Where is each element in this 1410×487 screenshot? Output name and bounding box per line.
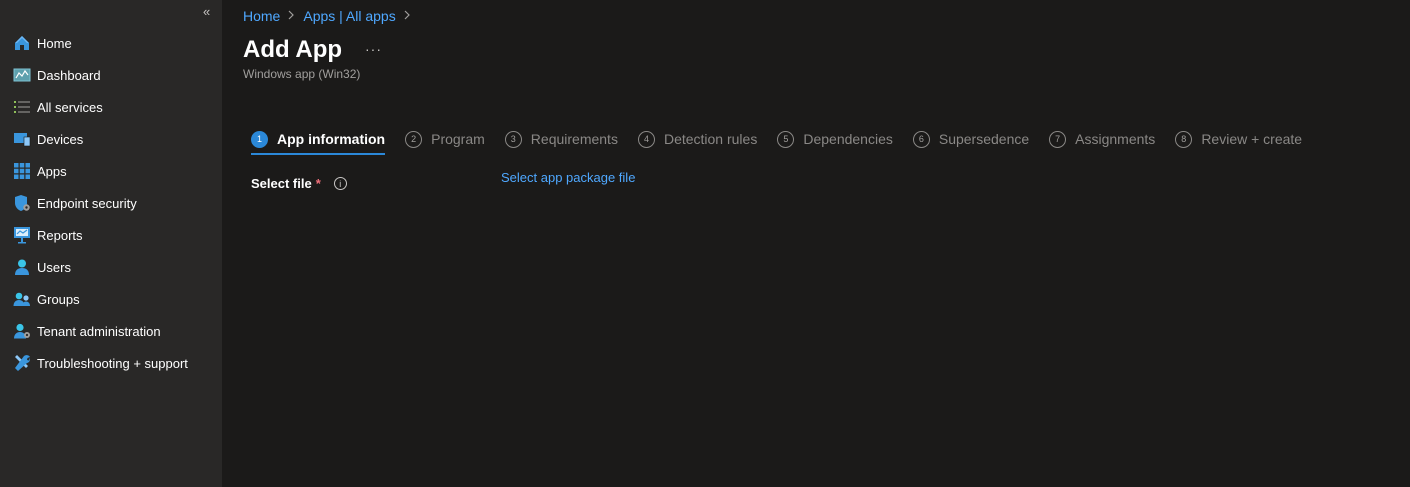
shield-icon	[12, 193, 32, 213]
tab-label: Assignments	[1075, 131, 1156, 147]
sidebar-item-label: Apps	[37, 163, 67, 179]
breadcrumb-home-link[interactable]: Home	[243, 8, 280, 24]
sidebar-item-label: Troubleshooting + support	[37, 355, 188, 371]
tab-label: Dependencies	[803, 131, 893, 147]
sidebar-item-label: Home	[37, 35, 72, 51]
tab-supersedence[interactable]: 6 Supersedence	[912, 128, 1030, 150]
sidebar-item-label: All services	[37, 99, 103, 115]
step-number-badge: 4	[637, 130, 655, 148]
tab-app-information[interactable]: 1 App information	[251, 128, 386, 155]
list-icon	[12, 97, 32, 117]
tab-label: App information	[277, 131, 386, 147]
home-icon	[12, 33, 32, 53]
sidebar-item-troubleshooting-support[interactable]: Troubleshooting + support	[0, 347, 222, 379]
tab-label: Review + create	[1201, 131, 1303, 147]
step-number-badge: 8	[1175, 130, 1193, 148]
user-icon	[12, 257, 32, 277]
collapse-sidebar-button[interactable]: «	[203, 4, 210, 19]
select-file-field-label: Select file * i	[251, 176, 347, 191]
reports-icon	[12, 225, 32, 245]
select-file-label: Select file	[251, 176, 312, 191]
wrench-icon	[12, 353, 32, 373]
sidebar-item-endpoint-security[interactable]: Endpoint security	[0, 187, 222, 219]
tab-label: Program	[431, 131, 485, 147]
breadcrumb: Home Apps | All apps	[243, 8, 419, 24]
sidebar-item-all-services[interactable]: All services	[0, 91, 222, 123]
sidebar-item-tenant-administration[interactable]: Tenant administration	[0, 315, 222, 347]
tab-dependencies[interactable]: 5 Dependencies	[777, 128, 893, 150]
sidebar-nav: Home Dashboard All services Devices Apps…	[0, 27, 222, 379]
sidebar-item-label: Endpoint security	[37, 195, 137, 211]
chevron-right-icon	[404, 9, 411, 23]
sidebar-item-label: Tenant administration	[37, 323, 161, 339]
sidebar-item-label: Devices	[37, 131, 84, 147]
sidebar-item-dashboard[interactable]: Dashboard	[0, 59, 222, 91]
more-options-button[interactable]: ···	[365, 41, 382, 57]
chevron-right-icon	[288, 9, 295, 23]
page-subtitle: Windows app (Win32)	[243, 67, 361, 81]
sidebar-item-devices[interactable]: Devices	[0, 123, 222, 155]
step-number-badge: 5	[777, 130, 795, 148]
tab-program[interactable]: 2 Program	[405, 128, 485, 150]
select-app-package-file-link[interactable]: Select app package file	[501, 170, 635, 185]
info-icon[interactable]: i	[333, 177, 347, 190]
sidebar-item-users[interactable]: Users	[0, 251, 222, 283]
dashboard-icon	[12, 65, 32, 85]
sidebar-item-label: Dashboard	[37, 67, 101, 83]
sidebar: « Home Dashboard All services Devices Ap…	[0, 0, 222, 487]
tab-requirements[interactable]: 3 Requirements	[504, 128, 618, 150]
app-window: « Home Dashboard All services Devices Ap…	[0, 0, 1410, 487]
sidebar-item-home[interactable]: Home	[0, 27, 222, 59]
devices-icon	[12, 129, 32, 149]
sidebar-item-label: Reports	[37, 227, 83, 243]
tab-label: Requirements	[530, 131, 618, 147]
sidebar-item-apps[interactable]: Apps	[0, 155, 222, 187]
sidebar-item-groups[interactable]: Groups	[0, 283, 222, 315]
main-content: Home Apps | All apps Add App ··· Windows…	[222, 0, 1410, 487]
groups-icon	[12, 289, 32, 309]
breadcrumb-apps-link[interactable]: Apps | All apps	[303, 8, 395, 24]
sidebar-item-reports[interactable]: Reports	[0, 219, 222, 251]
step-number-badge: 1	[251, 130, 268, 148]
apps-grid-icon	[12, 161, 32, 181]
tab-label: Supersedence	[938, 131, 1030, 147]
step-number-badge: 6	[912, 130, 930, 148]
tab-review-create[interactable]: 8 Review + create	[1175, 128, 1302, 150]
tab-label: Detection rules	[663, 131, 758, 147]
step-number-badge: 2	[405, 130, 423, 148]
tab-assignments[interactable]: 7 Assignments	[1049, 128, 1155, 150]
sidebar-item-label: Users	[37, 259, 71, 275]
tenant-admin-icon	[12, 321, 32, 341]
step-number-badge: 7	[1049, 130, 1067, 148]
sidebar-item-label: Groups	[37, 291, 80, 307]
required-asterisk: *	[315, 176, 321, 191]
tab-detection-rules[interactable]: 4 Detection rules	[637, 128, 758, 150]
wizard-tabs: 1 App information 2 Program 3 Requiremen…	[251, 128, 1322, 155]
page-title: Add App	[243, 36, 343, 63]
step-number-badge: 3	[504, 130, 522, 148]
